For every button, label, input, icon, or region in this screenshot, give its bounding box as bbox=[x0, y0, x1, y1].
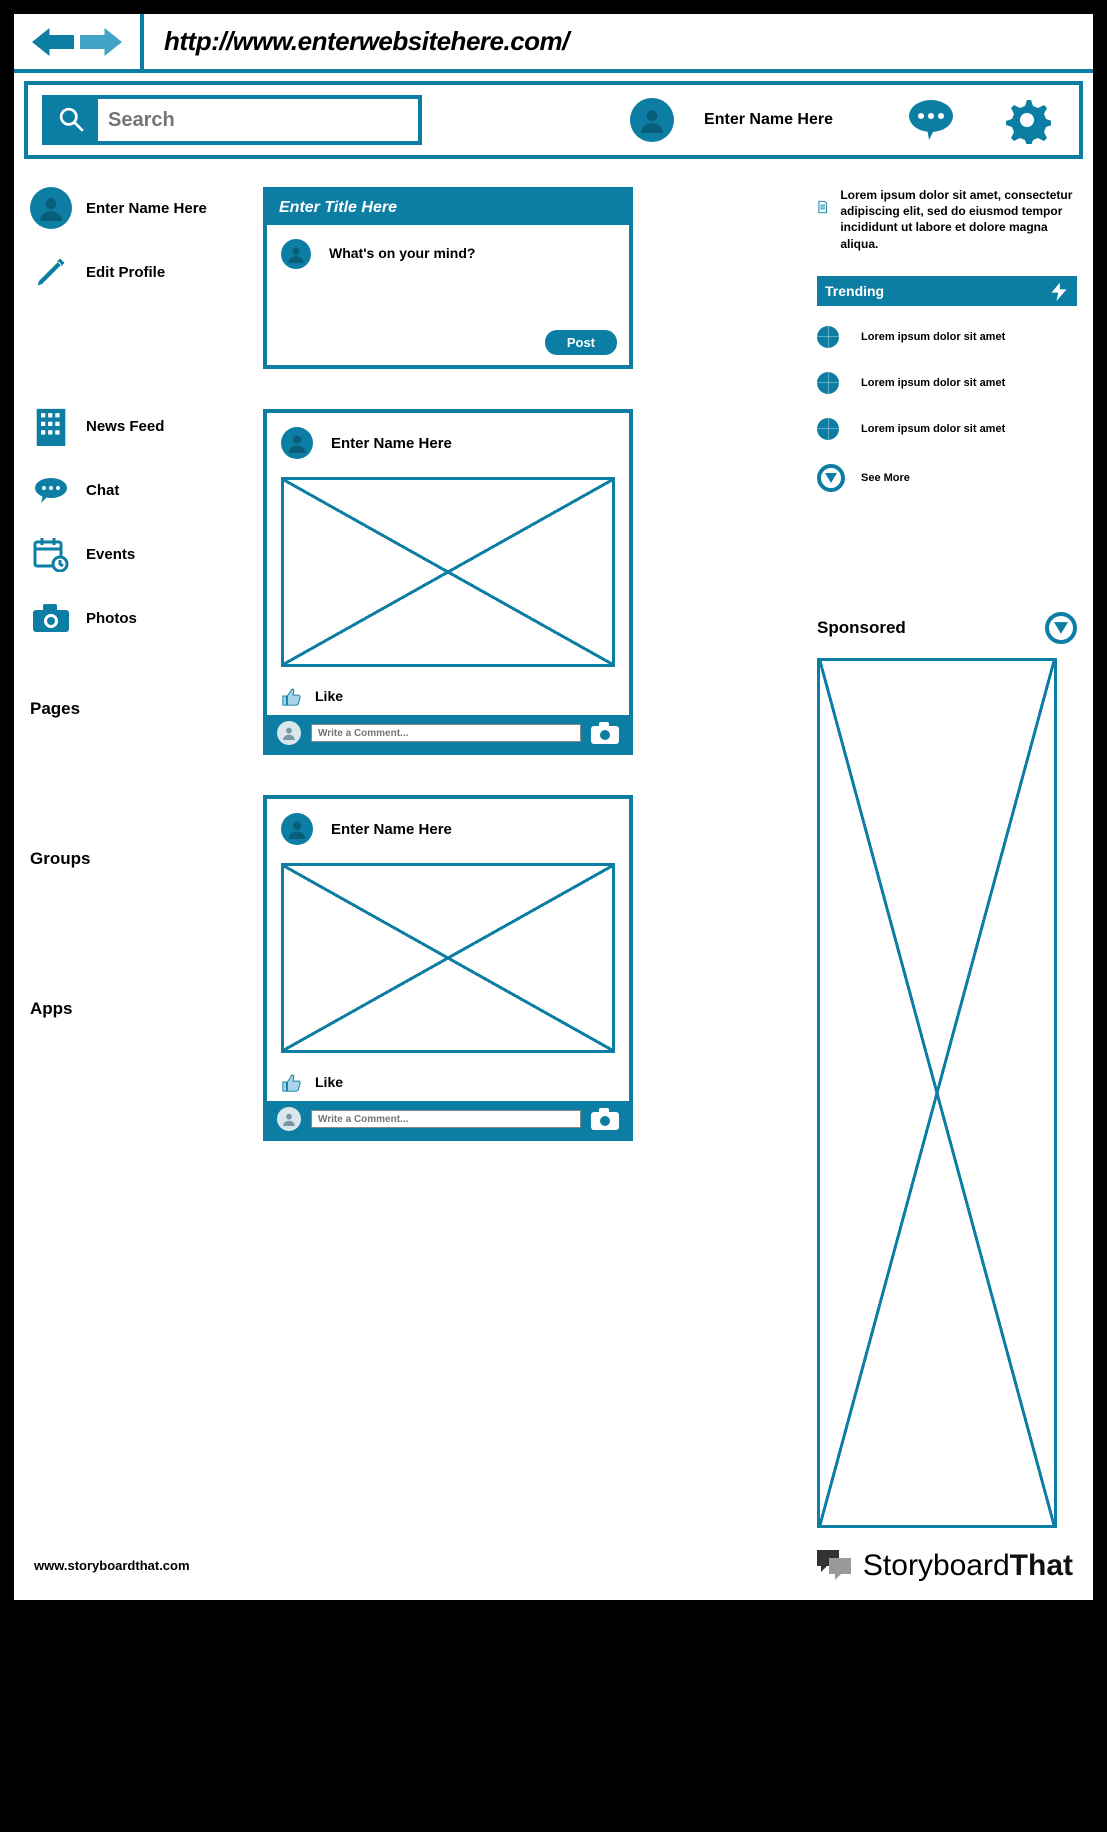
post-avatar-icon[interactable] bbox=[281, 813, 313, 845]
browser-bar: http://www.enterwebsitehere.com/ bbox=[14, 14, 1093, 73]
trending-label: Lorem ipsum dolor sit amet bbox=[861, 331, 1005, 343]
feed-column: Enter Title Here What's on your mind? Po… bbox=[263, 187, 633, 1528]
comment-bar bbox=[267, 1101, 629, 1137]
search-icon[interactable] bbox=[46, 99, 98, 141]
globe-icon bbox=[817, 372, 839, 394]
sidebar-item-newsfeed[interactable]: News Feed bbox=[30, 405, 245, 447]
like-row[interactable]: Like bbox=[267, 677, 629, 715]
user-avatar-icon[interactable] bbox=[630, 98, 674, 142]
sidebar-section-groups[interactable]: Groups bbox=[30, 849, 245, 869]
comment-avatar-icon bbox=[277, 721, 301, 745]
url-bar[interactable]: http://www.enterwebsitehere.com/ bbox=[144, 14, 1093, 69]
sidebar-item-events[interactable]: Events bbox=[30, 533, 245, 575]
sidebar-profile[interactable]: Enter Name Here bbox=[30, 187, 245, 229]
chevron-down-icon[interactable] bbox=[1045, 612, 1077, 644]
right-column: Lorem ipsum dolor sit amet, consectetur … bbox=[817, 187, 1077, 1528]
thumbs-up-icon bbox=[281, 685, 303, 707]
camera-icon[interactable] bbox=[591, 722, 619, 744]
top-bar: Enter Name Here bbox=[24, 81, 1083, 159]
comment-input[interactable] bbox=[311, 1110, 581, 1128]
sidebar-item-chat[interactable]: Chat bbox=[30, 469, 245, 511]
composer-avatar-icon bbox=[281, 239, 311, 269]
brand-logo: StoryboardThat bbox=[815, 1548, 1073, 1584]
profile-name-label: Enter Name Here bbox=[86, 200, 207, 217]
trending-title: Trending bbox=[825, 283, 884, 299]
post-author[interactable]: Enter Name Here bbox=[331, 821, 452, 838]
speech-bubbles-icon bbox=[815, 1548, 855, 1584]
globe-icon bbox=[817, 326, 839, 348]
sidebar-section-apps[interactable]: Apps bbox=[30, 999, 245, 1019]
comment-input[interactable] bbox=[311, 724, 581, 742]
sidebar-item-label: News Feed bbox=[86, 418, 164, 435]
nav-arrows bbox=[14, 14, 144, 69]
post-button[interactable]: Post bbox=[545, 330, 617, 355]
document-icon bbox=[817, 187, 828, 227]
see-more-label: See More bbox=[861, 472, 910, 484]
bolt-icon bbox=[1049, 281, 1069, 301]
thumbs-up-icon bbox=[281, 1071, 303, 1093]
post-avatar-icon[interactable] bbox=[281, 427, 313, 459]
comment-avatar-icon bbox=[277, 1107, 301, 1131]
sidebar-item-photos[interactable]: Photos bbox=[30, 597, 245, 639]
search-input[interactable] bbox=[98, 99, 418, 141]
profile-avatar-icon bbox=[30, 187, 72, 229]
footer-url: www.storyboardthat.com bbox=[34, 1558, 190, 1573]
topbar-username: Enter Name Here bbox=[704, 111, 833, 129]
calendar-icon bbox=[30, 533, 72, 575]
feed-post: Enter Name Here Like bbox=[263, 409, 633, 755]
app-frame: http://www.enterwebsitehere.com/ Enter N… bbox=[10, 10, 1097, 1604]
trending-item[interactable]: Lorem ipsum dolor sit amet bbox=[817, 418, 1077, 440]
sidebar-item-label: Chat bbox=[86, 482, 119, 499]
edit-profile-label: Edit Profile bbox=[86, 264, 165, 281]
footer: www.storyboardthat.com StoryboardThat bbox=[14, 1538, 1093, 1600]
forward-arrow-icon[interactable] bbox=[80, 27, 122, 57]
gear-icon[interactable] bbox=[1003, 96, 1051, 144]
back-arrow-icon[interactable] bbox=[32, 27, 74, 57]
chat-icon[interactable] bbox=[907, 96, 955, 144]
sidebar-item-label: Photos bbox=[86, 610, 137, 627]
trending-label: Lorem ipsum dolor sit amet bbox=[861, 377, 1005, 389]
feed-post: Enter Name Here Like bbox=[263, 795, 633, 1141]
speech-bubble-icon bbox=[30, 469, 72, 511]
info-block: Lorem ipsum dolor sit amet, consectetur … bbox=[817, 187, 1077, 252]
sidebar-item-label: Events bbox=[86, 546, 135, 563]
see-more-button[interactable]: See More bbox=[817, 464, 1077, 492]
globe-icon bbox=[817, 418, 839, 440]
sponsored-label: Sponsored bbox=[817, 618, 906, 638]
trending-item[interactable]: Lorem ipsum dolor sit amet bbox=[817, 326, 1077, 348]
sponsored-placeholder bbox=[817, 658, 1057, 1528]
pencil-icon bbox=[30, 251, 72, 293]
chevron-down-icon bbox=[817, 464, 845, 492]
info-text: Lorem ipsum dolor sit amet, consectetur … bbox=[840, 187, 1077, 252]
trending-item[interactable]: Lorem ipsum dolor sit amet bbox=[817, 372, 1077, 394]
search-box bbox=[42, 95, 422, 145]
post-image-placeholder bbox=[281, 863, 615, 1053]
post-composer: Enter Title Here What's on your mind? Po… bbox=[263, 187, 633, 369]
sidebar-section-pages[interactable]: Pages bbox=[30, 699, 245, 719]
post-author[interactable]: Enter Name Here bbox=[331, 435, 452, 452]
camera-icon[interactable] bbox=[591, 1108, 619, 1130]
like-label: Like bbox=[315, 1074, 343, 1090]
sponsored-header: Sponsored bbox=[817, 612, 1077, 644]
composer-prompt[interactable]: What's on your mind? bbox=[329, 245, 475, 261]
like-label: Like bbox=[315, 688, 343, 704]
building-icon bbox=[30, 405, 72, 447]
trending-label: Lorem ipsum dolor sit amet bbox=[861, 423, 1005, 435]
sidebar-edit-profile[interactable]: Edit Profile bbox=[30, 251, 245, 293]
composer-title: Enter Title Here bbox=[267, 191, 629, 225]
main-content: Enter Name Here Edit Profile News Feed bbox=[14, 167, 1093, 1538]
post-image-placeholder bbox=[281, 477, 615, 667]
trending-header: Trending bbox=[817, 276, 1077, 306]
camera-icon bbox=[30, 597, 72, 639]
sidebar: Enter Name Here Edit Profile News Feed bbox=[30, 187, 245, 1528]
comment-bar bbox=[267, 715, 629, 751]
like-row[interactable]: Like bbox=[267, 1063, 629, 1101]
